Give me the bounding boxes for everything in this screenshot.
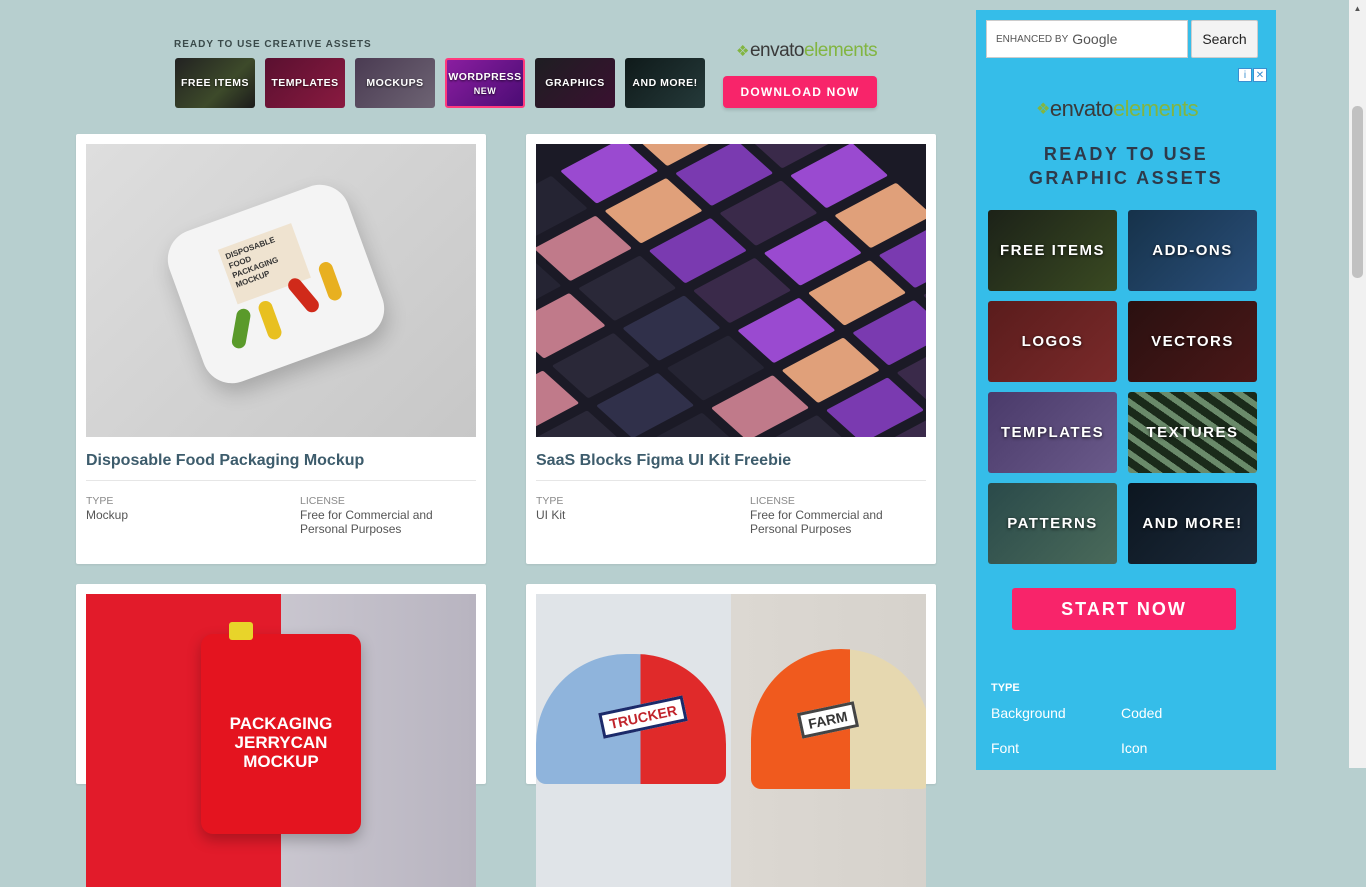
envato-elements-logo: ❖ envato elements xyxy=(736,40,878,62)
jerrycan-label-text: PACKAGING JERRYCAN MOCKUP xyxy=(229,714,333,771)
page-scrollbar[interactable]: ▲ xyxy=(1349,0,1366,768)
license-label: LICENSE xyxy=(300,495,345,507)
sidebar-tile-logos[interactable]: LOGOS xyxy=(988,301,1117,382)
banner-tile-graphics[interactable]: GRAPHICS xyxy=(535,58,615,108)
type-label: TYPE xyxy=(86,495,114,507)
vegetable-graphic xyxy=(285,275,322,316)
type-value: UI Kit xyxy=(536,508,566,522)
divider xyxy=(86,480,476,481)
leaf-icon: ❖ xyxy=(1036,101,1050,118)
farm-cap-image: FARM xyxy=(751,649,926,789)
resource-card[interactable]: DISPOSABLE FOOD PACKAGING MOCKUP Disposa… xyxy=(76,134,486,564)
card-thumbnail[interactable]: PACKAGING JERRYCAN MOCKUP xyxy=(86,594,476,887)
tile-label: TEMPLATES xyxy=(271,77,339,89)
google-search-form: ENHANCED BY Google Search xyxy=(986,20,1264,58)
card-thumbnail[interactable] xyxy=(536,144,926,437)
tile-label: MOCKUPS xyxy=(366,77,424,89)
divider xyxy=(536,480,926,481)
banner-tiles: FREE ITEMS TEMPLATES MOCKUPS WORDPRESS NE… xyxy=(175,58,705,108)
search-placeholder-prefix: ENHANCED BY xyxy=(996,33,1069,45)
banner-tile-wordpress[interactable]: WORDPRESS NEW xyxy=(445,58,525,108)
tile-label: FREE ITEMS xyxy=(180,77,249,89)
sidebar-tile-patterns[interactable]: PATTERNS xyxy=(988,483,1117,564)
search-button[interactable]: Search xyxy=(1191,20,1258,58)
tile-label: AND MORE! xyxy=(632,77,698,89)
banner-tile-templates[interactable]: TEMPLATES xyxy=(265,58,345,108)
tile-label: GRAPHICS xyxy=(545,77,605,89)
card-title[interactable]: SaaS Blocks Figma UI Kit Freebie xyxy=(536,452,791,470)
logo-text-accent: elements xyxy=(1112,96,1199,121)
download-now-button[interactable]: DOWNLOAD NOW xyxy=(723,76,877,108)
tile-badge-new: NEW xyxy=(473,85,497,96)
license-value: Free for Commercial and Personal Purpose… xyxy=(300,508,433,536)
card-thumbnail[interactable]: DISPOSABLE FOOD PACKAGING MOCKUP xyxy=(86,144,476,437)
cap-patch-text: FARM xyxy=(796,701,859,739)
envato-elements-logo: ❖ envato elements xyxy=(1036,96,1199,122)
sidebar-ad-tiles: FREE ITEMS ADD-ONS LOGOS VECTORS TEMPLAT… xyxy=(988,210,1257,564)
sidebar-tile-templates[interactable]: TEMPLATES xyxy=(988,392,1117,473)
resource-card[interactable]: PACKAGING JERRYCAN MOCKUP xyxy=(76,584,486,887)
type-label: TYPE xyxy=(536,495,564,507)
type-link-font[interactable]: Font xyxy=(991,740,1019,756)
logo-text-accent: elements xyxy=(804,40,878,61)
logo-text: envato xyxy=(1049,96,1114,121)
trucker-cap-image: TRUCKER xyxy=(536,654,726,784)
type-value: Mockup xyxy=(86,508,129,522)
banner-tile-free-items[interactable]: FREE ITEMS xyxy=(175,58,255,108)
ad-close-icon[interactable]: ✕ xyxy=(1253,68,1267,82)
banner-tile-and-more[interactable]: AND MORE! xyxy=(625,58,705,108)
sidebar-ad-heading: READY TO USE GRAPHIC ASSETS xyxy=(976,142,1276,190)
type-filter-heading: TYPE xyxy=(991,682,1020,694)
right-sidebar: ENHANCED BY Google Search i ✕ ❖ envato el… xyxy=(976,10,1276,770)
heading-line: READY TO USE xyxy=(1043,144,1209,164)
card-title[interactable]: Disposable Food Packaging Mockup xyxy=(86,452,364,470)
card-thumbnail[interactable]: TRUCKER FARM xyxy=(536,594,926,887)
sidebar-tile-add-ons[interactable]: ADD-ONS xyxy=(1128,210,1257,291)
start-now-button[interactable]: START NOW xyxy=(1012,588,1236,630)
type-link-background[interactable]: Background xyxy=(991,705,1066,721)
ad-choices: i ✕ xyxy=(1238,68,1267,82)
resource-card[interactable]: SaaS Blocks Figma UI Kit Freebie TYPE UI… xyxy=(526,134,936,564)
logo-text: envato xyxy=(749,40,805,61)
ui-kit-preview-grid xyxy=(536,144,926,437)
sidebar-tile-and-more[interactable]: AND MORE! xyxy=(1128,483,1257,564)
banner-title: READY TO USE CREATIVE ASSETS xyxy=(174,39,372,50)
tile-label: WORDPRESS xyxy=(448,70,522,83)
food-container-image: DISPOSABLE FOOD PACKAGING MOCKUP xyxy=(159,176,393,392)
type-link-icon[interactable]: Icon xyxy=(1121,740,1147,756)
jerrycan-cap xyxy=(229,622,253,640)
google-logo-text: Google xyxy=(1072,31,1118,47)
type-link-coded[interactable]: Coded xyxy=(1121,705,1162,721)
sidebar-tile-free-items[interactable]: FREE ITEMS xyxy=(988,210,1117,291)
banner-tile-mockups[interactable]: MOCKUPS xyxy=(355,58,435,108)
resource-card[interactable]: TRUCKER FARM xyxy=(526,584,936,887)
search-input[interactable]: ENHANCED BY Google xyxy=(986,20,1188,58)
sidebar-tile-textures[interactable]: TEXTURES xyxy=(1128,392,1257,473)
cap-patch-text: TRUCKER xyxy=(598,695,689,739)
scroll-up-arrow-icon[interactable]: ▲ xyxy=(1349,0,1366,17)
ad-info-icon[interactable]: i xyxy=(1238,68,1252,82)
sidebar-tile-vectors[interactable]: VECTORS xyxy=(1128,301,1257,382)
license-value: Free for Commercial and Personal Purpose… xyxy=(750,508,883,536)
vegetable-graphic xyxy=(316,260,344,303)
license-label: LICENSE xyxy=(750,495,795,507)
jerrycan-image: PACKAGING JERRYCAN MOCKUP xyxy=(201,622,361,834)
top-banner-ad[interactable]: READY TO USE CREATIVE ASSETS FREE ITEMS … xyxy=(174,38,884,110)
vegetable-graphic xyxy=(256,299,284,342)
heading-line: GRAPHIC ASSETS xyxy=(1028,168,1224,188)
vegetable-graphic xyxy=(230,307,252,350)
scroll-thumb[interactable] xyxy=(1352,106,1363,278)
leaf-icon: ❖ xyxy=(736,43,749,60)
